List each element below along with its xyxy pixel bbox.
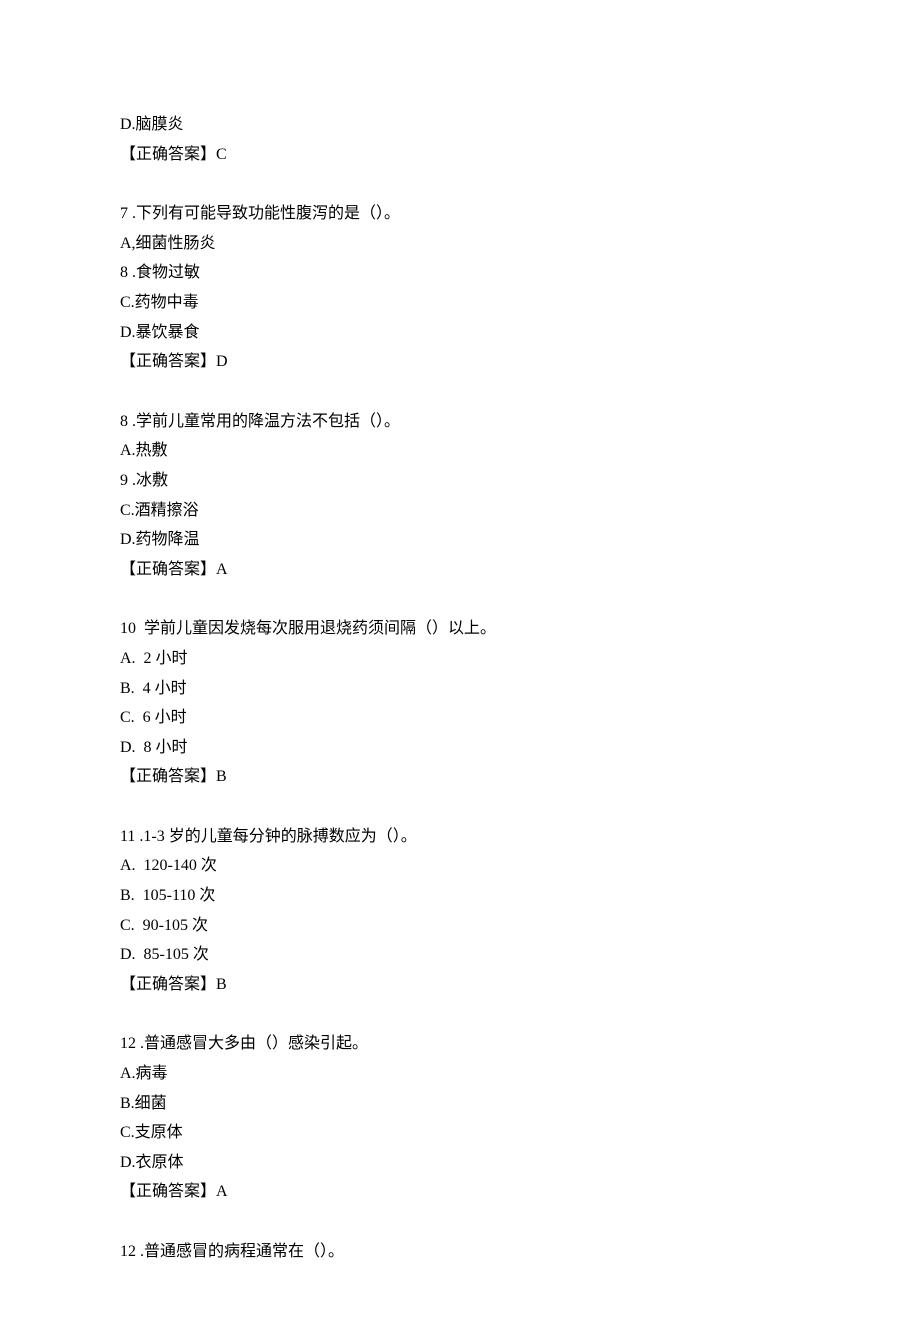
option-text: C.支原体 bbox=[120, 1118, 800, 1148]
option-text: A. 2 小时 bbox=[120, 644, 800, 674]
option-text: A.病毒 bbox=[120, 1059, 800, 1089]
option-text: D. 85-105 次 bbox=[120, 940, 800, 970]
option-text: 8 .食物过敏 bbox=[120, 258, 800, 288]
option-text: D.衣原体 bbox=[120, 1148, 800, 1178]
question-block: 8 .学前儿童常用的降温方法不包括（）。 A.热敷 9 .冰敷 C.酒精擦浴 D… bbox=[120, 407, 800, 585]
question-text: 12 .普通感冒大多由（）感染引起。 bbox=[120, 1029, 800, 1059]
answer-text: 【正确答案】A bbox=[120, 555, 800, 585]
option-text: C.酒精擦浴 bbox=[120, 496, 800, 526]
answer-text: 【正确答案】C bbox=[120, 140, 800, 170]
option-text: A.热敷 bbox=[120, 436, 800, 466]
question-text: 10 学前儿童因发烧每次服用退烧药须间隔（）以上。 bbox=[120, 614, 800, 644]
question-block: 12 .普通感冒的病程通常在（）。 bbox=[120, 1237, 800, 1267]
option-text: C. 90-105 次 bbox=[120, 911, 800, 941]
question-block: 12 .普通感冒大多由（）感染引起。 A.病毒 B.细菌 C.支原体 D.衣原体… bbox=[120, 1029, 800, 1207]
question-text: 11 .1-3 岁的儿童每分钟的脉搏数应为（）。 bbox=[120, 822, 800, 852]
option-text: B. 4 小时 bbox=[120, 674, 800, 704]
answer-text: 【正确答案】B bbox=[120, 762, 800, 792]
answer-text: 【正确答案】B bbox=[120, 970, 800, 1000]
option-text: D.药物降温 bbox=[120, 525, 800, 555]
option-text: D.暴饮暴食 bbox=[120, 318, 800, 348]
option-text: A,细菌性肠炎 bbox=[120, 229, 800, 259]
question-text: 7 .下列有可能导致功能性腹泻的是（）。 bbox=[120, 199, 800, 229]
question-block: 11 .1-3 岁的儿童每分钟的脉搏数应为（）。 A. 120-140 次 B.… bbox=[120, 822, 800, 1000]
option-text: D.脑膜炎 bbox=[120, 110, 800, 140]
option-text: C.药物中毒 bbox=[120, 288, 800, 318]
option-text: 9 .冰敷 bbox=[120, 466, 800, 496]
question-text: 8 .学前儿童常用的降温方法不包括（）。 bbox=[120, 407, 800, 437]
option-text: B. 105-110 次 bbox=[120, 881, 800, 911]
option-text: C. 6 小时 bbox=[120, 703, 800, 733]
document-page: D.脑膜炎 【正确答案】C 7 .下列有可能导致功能性腹泻的是（）。 A,细菌性… bbox=[0, 0, 920, 1327]
answer-text: 【正确答案】D bbox=[120, 347, 800, 377]
option-text: D. 8 小时 bbox=[120, 733, 800, 763]
question-block: 7 .下列有可能导致功能性腹泻的是（）。 A,细菌性肠炎 8 .食物过敏 C.药… bbox=[120, 199, 800, 377]
option-text: B.细菌 bbox=[120, 1089, 800, 1119]
question-block: 10 学前儿童因发烧每次服用退烧药须间隔（）以上。 A. 2 小时 B. 4 小… bbox=[120, 614, 800, 792]
question-text: 12 .普通感冒的病程通常在（）。 bbox=[120, 1237, 800, 1267]
option-text: A. 120-140 次 bbox=[120, 851, 800, 881]
question-block: D.脑膜炎 【正确答案】C bbox=[120, 110, 800, 169]
answer-text: 【正确答案】A bbox=[120, 1177, 800, 1207]
